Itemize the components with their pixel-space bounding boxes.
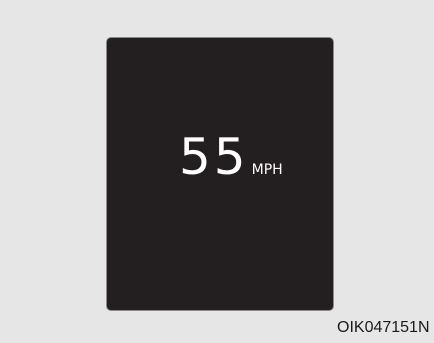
figure-code: OIK047151N [337, 319, 430, 336]
speed-unit: MPH [251, 162, 283, 178]
speed-display-screen: 55 MPH [106, 37, 334, 311]
speed-value: 55 [179, 128, 249, 186]
speed-readout: 55 MPH [179, 132, 283, 182]
